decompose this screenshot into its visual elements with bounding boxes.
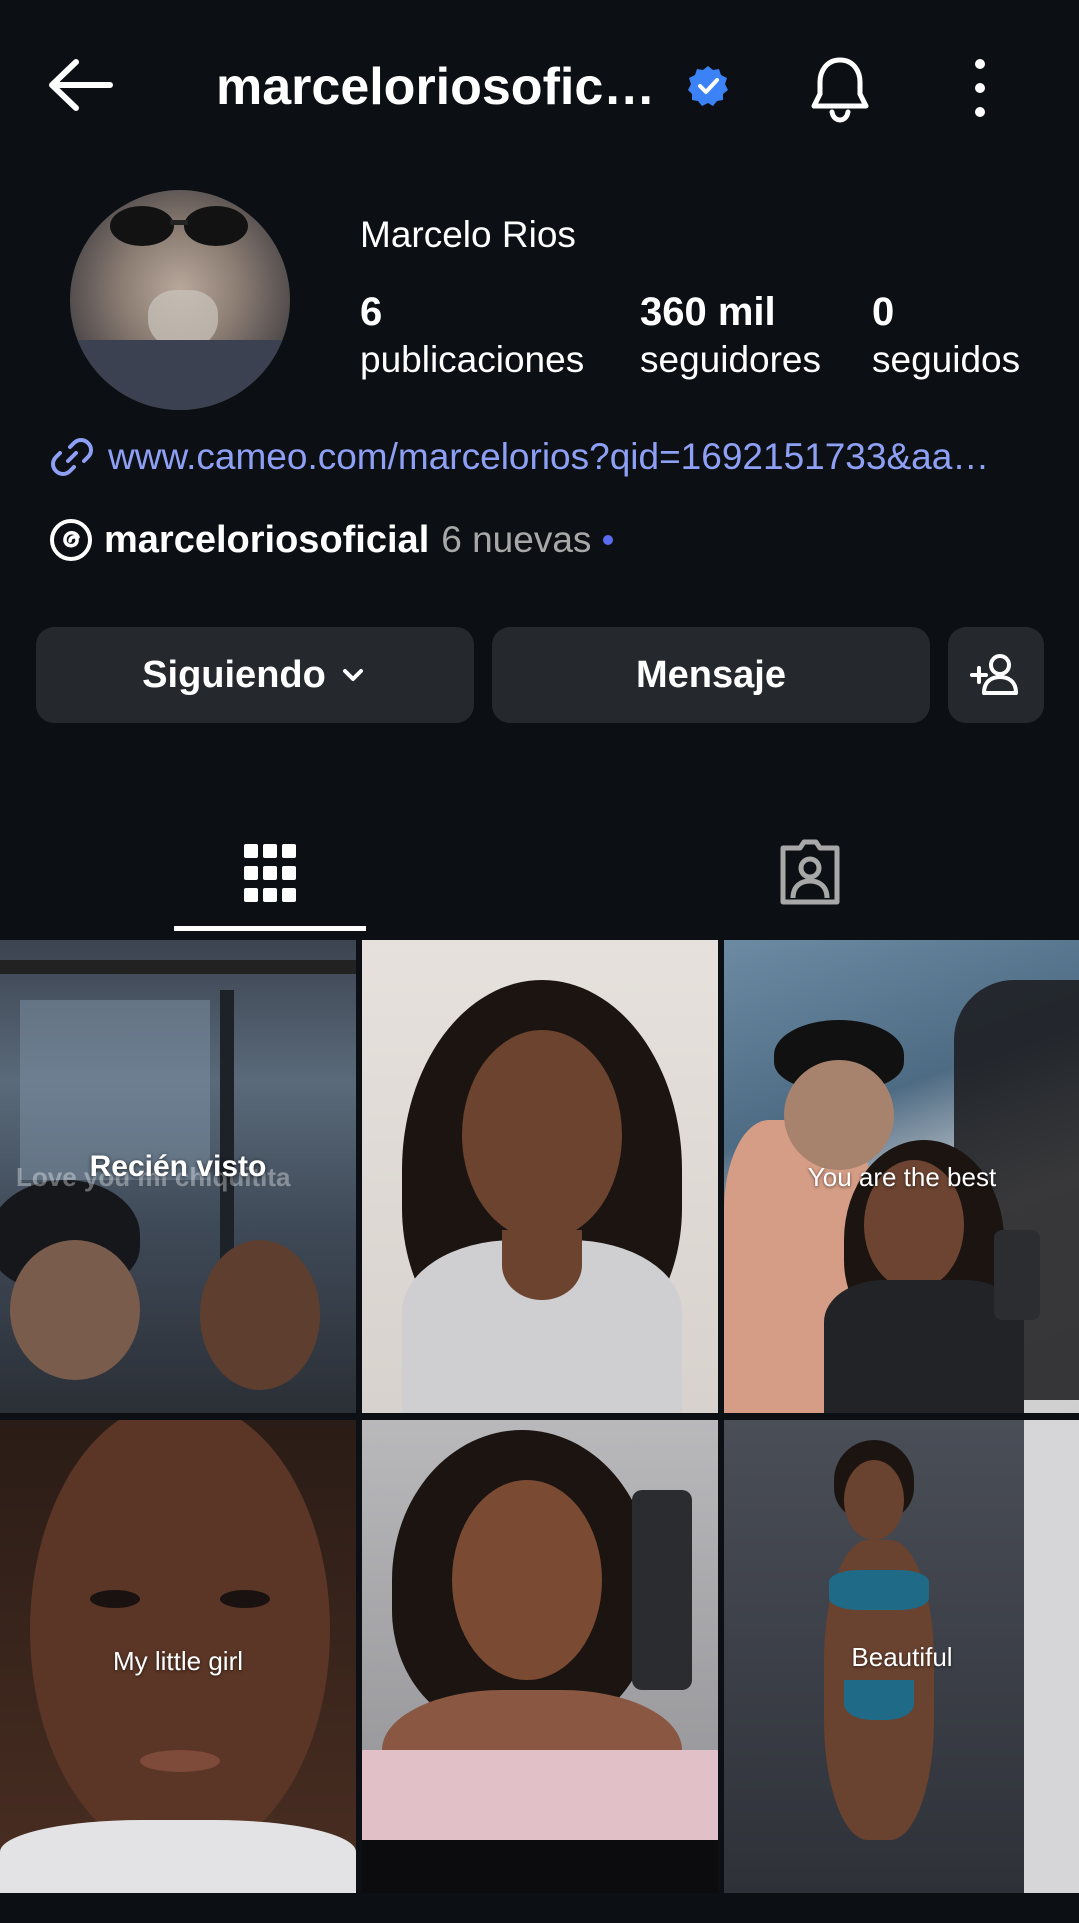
post-thumbnail[interactable]: Love you mi chiquitita Recién visto — [0, 940, 356, 1413]
following-button-label: Siguiendo — [142, 653, 326, 696]
bell-icon — [811, 57, 869, 123]
profile-link[interactable]: www.cameo.com/marcelorios?qid=1692151733… — [48, 430, 1048, 484]
recently-seen-label: Recién visto — [89, 1150, 267, 1183]
suggested-users-button[interactable] — [948, 627, 1044, 723]
followers-count-value: 360 mil — [640, 290, 776, 334]
following-count-value: 0 — [872, 290, 895, 334]
posts-count-value: 6 — [360, 290, 383, 334]
top-bar: marceloriosofic… — [0, 0, 1079, 170]
bottom-edge — [0, 1900, 1079, 1923]
message-button[interactable]: Mensaje — [492, 627, 930, 723]
chevron-down-icon — [342, 669, 363, 681]
post-caption: Beautiful — [851, 1642, 953, 1672]
post-thumbnail[interactable] — [362, 940, 718, 1413]
following-count-label: seguidos — [872, 339, 1021, 380]
posts-grid: Love you mi chiquitita Recién visto You … — [0, 940, 1079, 1900]
link-icon — [51, 438, 93, 476]
post-thumbnail[interactable] — [362, 1420, 718, 1893]
threads-icon — [50, 519, 92, 561]
followers-count-label: seguidores — [640, 339, 822, 380]
threads-unread-dot — [603, 535, 614, 545]
followers-count[interactable]: 360 mil seguidores — [640, 288, 821, 384]
add-user-icon — [970, 654, 1018, 695]
notifications-button[interactable] — [800, 48, 880, 128]
display-name: Marcelo Rios — [360, 214, 576, 255]
more-options-button[interactable] — [960, 52, 1000, 124]
following-count[interactable]: 0 seguidos — [872, 288, 1020, 384]
more-vertical-icon — [975, 59, 985, 117]
threads-badge[interactable]: marceloriosoficial 6 nuevas — [48, 512, 614, 568]
posts-count[interactable]: 6 publicaciones — [360, 288, 584, 384]
tab-posts-grid[interactable] — [0, 810, 540, 936]
arrow-left-icon — [49, 59, 113, 111]
post-thumbnail[interactable]: You are the best — [724, 940, 1079, 1413]
post-caption: My little girl — [112, 1646, 243, 1676]
following-button[interactable]: Siguiendo — [36, 627, 474, 723]
profile-avatar[interactable] — [70, 190, 290, 410]
tab-tagged[interactable] — [540, 810, 1079, 936]
grid-icon — [244, 844, 296, 902]
profile-username-title: marceloriosofic… — [216, 58, 656, 116]
post-caption: You are the best — [807, 1162, 997, 1192]
message-button-label: Mensaje — [636, 653, 786, 696]
verified-badge-icon — [686, 64, 730, 108]
tagged-user-icon — [780, 839, 840, 905]
active-tab-indicator — [174, 926, 366, 931]
post-thumbnail[interactable]: Beautiful — [724, 1420, 1079, 1893]
back-button[interactable] — [40, 50, 130, 120]
threads-new-count: 6 nuevas — [441, 519, 592, 560]
profile-link-text[interactable]: www.cameo.com/marcelorios?qid=1692151733… — [108, 436, 989, 478]
threads-handle: marceloriosoficial — [104, 518, 430, 561]
post-thumbnail[interactable]: My little girl — [0, 1420, 356, 1893]
posts-count-label: publicaciones — [360, 339, 585, 380]
